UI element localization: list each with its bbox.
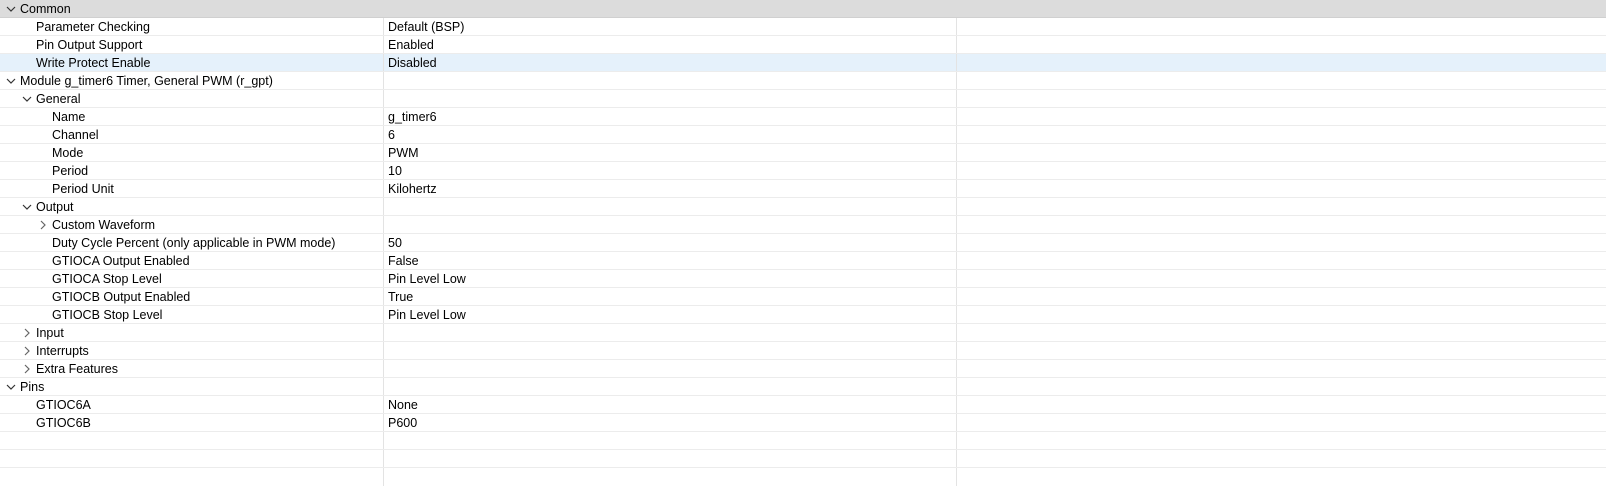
tree-row-value — [384, 198, 957, 215]
property-value[interactable]: g_timer6 — [384, 108, 957, 125]
tree-row-value — [384, 216, 957, 233]
tree-row-pins[interactable]: Pins — [0, 378, 1606, 396]
chevron-right-icon[interactable] — [20, 344, 34, 358]
tree-row-value — [384, 342, 957, 359]
tree-row-label: Output — [36, 199, 74, 214]
chevron-down-icon[interactable] — [20, 92, 34, 106]
property-row-gtioca-stop-level[interactable]: GTIOCA Stop Level Pin Level Low — [0, 270, 1606, 288]
property-value[interactable]: None — [384, 396, 957, 413]
property-value[interactable]: Kilohertz — [384, 180, 957, 197]
chevron-down-icon[interactable] — [4, 74, 18, 88]
property-row-period[interactable]: Period 10 — [0, 162, 1606, 180]
property-value[interactable]: Pin Level Low — [384, 306, 957, 323]
property-label: Parameter Checking — [36, 19, 150, 34]
chevron-right-icon[interactable] — [36, 218, 50, 232]
property-label: GTIOCB Stop Level — [52, 307, 163, 322]
property-row-gtioc6b[interactable]: GTIOC6B P600 — [0, 414, 1606, 432]
tree-row-label: General — [36, 91, 81, 106]
tree-row-label: Extra Features — [36, 361, 118, 376]
property-row-gtioca-output-enabled[interactable]: GTIOCA Output Enabled False — [0, 252, 1606, 270]
chevron-down-icon[interactable] — [20, 200, 34, 214]
property-label: GTIOC6A — [36, 397, 91, 412]
tree-row-value — [384, 0, 957, 17]
property-value[interactable]: P600 — [384, 414, 957, 431]
tree-row-value — [384, 378, 957, 395]
property-value[interactable]: False — [384, 252, 957, 269]
tree-row-label: Input — [36, 325, 64, 340]
property-row-name[interactable]: Name g_timer6 — [0, 108, 1606, 126]
property-label: GTIOC6B — [36, 415, 91, 430]
tree-row-value — [384, 324, 957, 341]
property-row-gtioc6a[interactable]: GTIOC6A None — [0, 396, 1606, 414]
property-label: Duty Cycle Percent (only applicable in P… — [52, 235, 336, 250]
property-row-period-unit[interactable]: Period Unit Kilohertz — [0, 180, 1606, 198]
property-label: Mode — [52, 145, 84, 160]
property-value[interactable]: 10 — [384, 162, 957, 179]
tree-row-custom-waveform[interactable]: Custom Waveform — [0, 216, 1606, 234]
chevron-right-icon[interactable] — [20, 326, 34, 340]
tree-row-general[interactable]: General — [0, 90, 1606, 108]
tree-row-value — [384, 360, 957, 377]
tree-row-label: Common — [20, 1, 71, 16]
property-label: GTIOCA Output Enabled — [52, 253, 190, 268]
property-label: Period Unit — [52, 181, 114, 196]
tree-row-common[interactable]: Common — [0, 0, 1606, 18]
property-row-duty-cycle-percent[interactable]: Duty Cycle Percent (only applicable in P… — [0, 234, 1606, 252]
chevron-down-icon[interactable] — [4, 2, 18, 16]
property-value[interactable]: PWM — [384, 144, 957, 161]
property-label: Name — [52, 109, 86, 124]
properties-tree: Common Parameter Checking Default (BSP) … — [0, 0, 1606, 493]
tree-row-output[interactable]: Output — [0, 198, 1606, 216]
tree-row-label: Custom Waveform — [52, 217, 156, 232]
tree-row-label: Pins — [20, 379, 45, 394]
tree-row-label: Interrupts — [36, 343, 89, 358]
property-label: GTIOCA Stop Level — [52, 271, 162, 286]
property-row-channel[interactable]: Channel 6 — [0, 126, 1606, 144]
tree-row-input[interactable]: Input — [0, 324, 1606, 342]
tree-row-extra-features[interactable]: Extra Features — [0, 360, 1606, 378]
property-label: Pin Output Support — [36, 37, 143, 52]
property-value[interactable]: True — [384, 288, 957, 305]
empty-row — [0, 450, 1606, 468]
property-value[interactable]: Default (BSP) — [384, 18, 957, 35]
property-value[interactable]: 50 — [384, 234, 957, 251]
property-row-parameter-checking[interactable]: Parameter Checking Default (BSP) — [0, 18, 1606, 36]
chevron-right-icon[interactable] — [20, 362, 34, 376]
property-value[interactable]: Enabled — [384, 36, 957, 53]
property-row-gtiocb-output-enabled[interactable]: GTIOCB Output Enabled True — [0, 288, 1606, 306]
property-label: GTIOCB Output Enabled — [52, 289, 191, 304]
property-value[interactable]: 6 — [384, 126, 957, 143]
property-row-pin-output-support[interactable]: Pin Output Support Enabled — [0, 36, 1606, 54]
property-row-gtiocb-stop-level[interactable]: GTIOCB Stop Level Pin Level Low — [0, 306, 1606, 324]
property-row-write-protect-enable[interactable]: Write Protect Enable Disabled — [0, 54, 1606, 72]
property-label: Channel — [52, 127, 99, 142]
property-label: Period — [52, 163, 89, 178]
tree-row-module[interactable]: Module g_timer6 Timer, General PWM (r_gp… — [0, 72, 1606, 90]
property-label: Write Protect Enable — [36, 55, 151, 70]
tree-row-value — [384, 72, 957, 89]
property-value[interactable]: Pin Level Low — [384, 270, 957, 287]
tree-row-interrupts[interactable]: Interrupts — [0, 342, 1606, 360]
property-row-mode[interactable]: Mode PWM — [0, 144, 1606, 162]
empty-row — [0, 468, 1606, 486]
empty-row — [0, 432, 1606, 450]
tree-row-value — [384, 90, 957, 107]
chevron-down-icon[interactable] — [4, 380, 18, 394]
property-value[interactable]: Disabled — [384, 54, 957, 71]
tree-row-label: Module g_timer6 Timer, General PWM (r_gp… — [20, 73, 273, 88]
